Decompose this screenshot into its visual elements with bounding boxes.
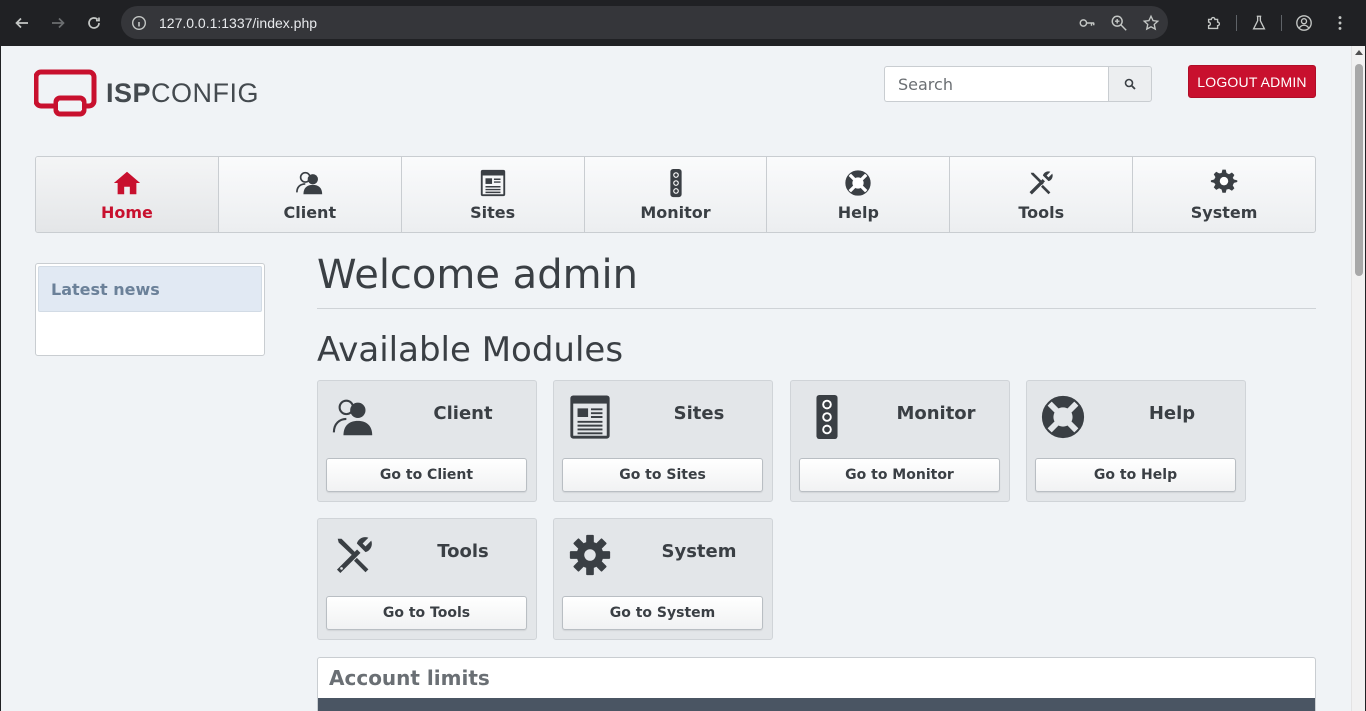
address-bar[interactable]: 127.0.0.1:1337/index.php bbox=[121, 6, 1168, 39]
tools-icon bbox=[1029, 171, 1053, 195]
labs-button[interactable] bbox=[1241, 14, 1277, 32]
sites-icon bbox=[480, 169, 505, 197]
home-icon bbox=[113, 171, 141, 195]
back-button[interactable] bbox=[4, 5, 40, 41]
users-icon bbox=[295, 171, 322, 195]
forward-button[interactable] bbox=[40, 5, 76, 41]
search-icon bbox=[1124, 78, 1136, 90]
go-to-client-button[interactable]: Go to Client bbox=[326, 458, 527, 492]
module-card-tools: Tools Go to Tools bbox=[317, 518, 537, 640]
logo-text-bold: ISP bbox=[106, 77, 152, 108]
nav-label: Home bbox=[100, 203, 153, 222]
account-limits-panel: Account limits bbox=[317, 657, 1316, 711]
arrow-right-icon bbox=[52, 17, 65, 29]
nav-monitor[interactable]: Monitor bbox=[585, 157, 768, 232]
nav-home[interactable]: Home bbox=[36, 157, 219, 232]
site-info-icon[interactable] bbox=[131, 15, 147, 31]
extensions-button[interactable] bbox=[1196, 14, 1232, 32]
nav-label: Sites bbox=[470, 203, 516, 222]
logout-button[interactable]: LOGOUT ADMIN bbox=[1188, 65, 1316, 98]
latest-news-panel: Latest news bbox=[35, 263, 265, 356]
nav-help[interactable]: Help bbox=[767, 157, 951, 232]
go-to-system-button[interactable]: Go to System bbox=[562, 596, 763, 630]
toolbar-separator bbox=[1281, 14, 1282, 31]
lifebuoy-icon bbox=[1041, 395, 1085, 439]
go-to-sites-button[interactable]: Go to Sites bbox=[562, 458, 763, 492]
go-to-monitor-button[interactable]: Go to Monitor bbox=[799, 458, 1000, 492]
profile-icon bbox=[1296, 14, 1312, 31]
nav-sites[interactable]: Sites bbox=[402, 157, 585, 232]
module-card-client: Client Go to Client bbox=[317, 380, 537, 502]
module-card-monitor: Monitor Go to Monitor bbox=[790, 380, 1010, 502]
traffic-light-icon bbox=[669, 168, 682, 198]
module-title: Help bbox=[1148, 403, 1196, 424]
logo-mark-icon bbox=[34, 69, 97, 117]
account-limits-title: Account limits bbox=[329, 666, 490, 690]
nav-label: Help bbox=[837, 203, 879, 222]
menu-button[interactable] bbox=[1322, 14, 1358, 32]
modules-heading: Available Modules bbox=[317, 330, 624, 370]
search-input[interactable] bbox=[884, 66, 1108, 102]
arrow-left-icon bbox=[15, 17, 28, 29]
title-divider bbox=[317, 308, 1316, 309]
main-navigation: Home Client Sites Monitor Help Tools Sys… bbox=[35, 156, 1316, 233]
main-content: Welcome admin Available Modules bbox=[317, 251, 1316, 369]
module-title: Sites bbox=[673, 403, 725, 424]
module-card-help: Help Go to Help bbox=[1026, 380, 1246, 502]
logo-text-light: CONFIG bbox=[151, 77, 260, 108]
toolbar-separator bbox=[1236, 14, 1237, 31]
nav-label: Client bbox=[283, 203, 337, 222]
reload-icon bbox=[88, 17, 100, 29]
browser-toolbar: 127.0.0.1:1337/index.php bbox=[0, 0, 1366, 46]
ispconfig-logo[interactable]: ISPCONFIG bbox=[34, 68, 259, 118]
search-form bbox=[884, 66, 1152, 102]
nav-client[interactable]: Client bbox=[219, 157, 402, 232]
page-viewport: ISPCONFIG LOGOUT ADMIN Home Client Sites… bbox=[1, 46, 1365, 711]
logo-text: ISPCONFIG bbox=[106, 78, 259, 109]
go-to-tools-button[interactable]: Go to Tools bbox=[326, 596, 527, 630]
nav-label: Tools bbox=[1018, 203, 1065, 222]
lifebuoy-icon bbox=[845, 170, 872, 196]
search-button[interactable] bbox=[1108, 66, 1152, 102]
nav-label: Monitor bbox=[640, 203, 711, 222]
module-card-system: System Go to System bbox=[553, 518, 773, 640]
go-to-help-button[interactable]: Go to Help bbox=[1035, 458, 1236, 492]
module-title: Client bbox=[433, 403, 493, 424]
key-icon[interactable] bbox=[1078, 14, 1096, 32]
tools-icon bbox=[336, 537, 372, 573]
module-title: System bbox=[661, 541, 737, 562]
gear-icon bbox=[569, 534, 611, 576]
users-icon bbox=[332, 399, 373, 436]
nav-label: System bbox=[1190, 203, 1258, 222]
nav-tools[interactable]: Tools bbox=[950, 157, 1134, 232]
traffic-light-icon bbox=[816, 394, 838, 440]
latest-news-title[interactable]: Latest news bbox=[38, 266, 262, 312]
page-title: Welcome admin bbox=[317, 252, 639, 298]
nav-system[interactable]: System bbox=[1133, 157, 1315, 232]
reload-button[interactable] bbox=[76, 5, 112, 41]
puzzle-icon bbox=[1207, 16, 1221, 29]
module-card-sites: Sites Go to Sites bbox=[553, 380, 773, 502]
page-scrollbar[interactable] bbox=[1351, 46, 1365, 711]
sites-icon bbox=[570, 395, 610, 439]
flask-icon bbox=[1252, 15, 1266, 30]
module-title: Tools bbox=[437, 541, 489, 562]
profile-button[interactable] bbox=[1286, 14, 1322, 32]
account-limits-table-header bbox=[318, 698, 1315, 711]
zoom-icon[interactable] bbox=[1110, 14, 1128, 32]
url-text[interactable]: 127.0.0.1:1337/index.php bbox=[159, 15, 317, 31]
more-vert-icon bbox=[1338, 15, 1342, 30]
scrollbar-thumb[interactable] bbox=[1355, 64, 1363, 276]
star-icon[interactable] bbox=[1142, 14, 1160, 32]
scroll-up-icon[interactable] bbox=[1355, 50, 1363, 55]
gear-icon bbox=[1210, 169, 1238, 193]
module-title: Monitor bbox=[896, 403, 976, 424]
